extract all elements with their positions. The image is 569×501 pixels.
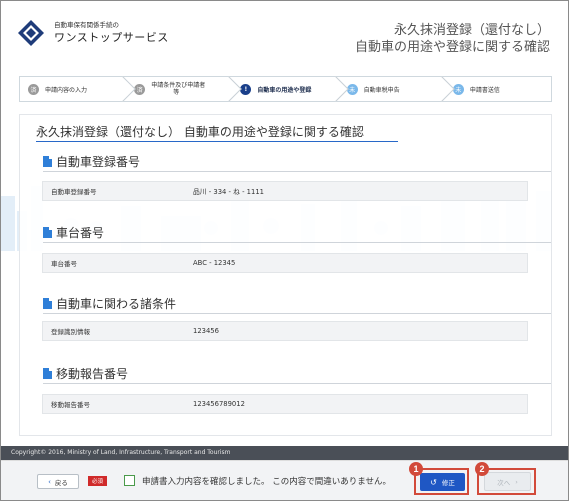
registration-id-row: 登録識別情報 123456 bbox=[42, 321, 528, 341]
step-label: 申請内容の入力 bbox=[45, 86, 88, 94]
step-label: 自動車税申告 bbox=[363, 86, 400, 94]
org-subtitle: 自動車保有関係手続の bbox=[54, 21, 119, 29]
callout-2: 2 bbox=[475, 462, 489, 476]
section-heading-text: 車台番号 bbox=[56, 226, 105, 240]
section-heading-text: 移動報告番号 bbox=[56, 367, 129, 381]
page-title: 永久抹消登録（還付なし） 自動車の用途や登録に関する確認 bbox=[355, 22, 550, 56]
step-current-icon: ! bbox=[240, 83, 252, 95]
required-badge: 必須 bbox=[88, 476, 107, 486]
confirm-checkbox-label[interactable]: 申請書入力内容を確認しました。 この内容で間違いありません。 bbox=[142, 475, 391, 487]
document-icon bbox=[43, 227, 52, 238]
callout-1: 1 bbox=[409, 462, 423, 476]
progress-stepper: 済 申請内容の入力 済 申請条件及び申請者 等 ! 自動車の用途や登録 未 自動… bbox=[19, 76, 552, 102]
section-heading-conditions: 自動車に関わる諸条件 bbox=[43, 295, 176, 312]
step-tax: 未 自動車税申告 bbox=[339, 76, 455, 102]
step-done-icon: 済 bbox=[28, 83, 39, 95]
chassis-number-row: 車台番号 ABC - 12345 bbox=[42, 253, 528, 273]
row-value: 123456 bbox=[193, 327, 219, 335]
card-title: 永久抹消登録（還付なし） 自動車の用途や登録に関する確認 bbox=[36, 125, 364, 139]
page-title-line2: 自動車の用途や登録に関する確認 bbox=[354, 40, 550, 55]
row-value: ABC - 12345 bbox=[193, 259, 236, 267]
chevron-right-icon: › bbox=[515, 477, 518, 486]
section-heading-registration-number: 自動車登録番号 bbox=[43, 153, 140, 170]
step-label: 申請書送信 bbox=[469, 86, 500, 94]
document-icon bbox=[43, 368, 52, 379]
document-icon bbox=[43, 298, 52, 309]
step-usage: ! 自動車の用途や登録 bbox=[232, 76, 349, 102]
section-divider bbox=[43, 383, 551, 384]
page-title-line1: 永久抹消登録（還付なし） bbox=[393, 23, 550, 38]
fix-button[interactable]: ↺ 修正 bbox=[420, 473, 465, 491]
row-label: 登録識別情報 bbox=[51, 328, 90, 336]
registration-number-row: 自動車登録番号 品川 - 334 - ね - 1111 bbox=[42, 181, 528, 201]
back-button-label: 戻る bbox=[54, 478, 68, 487]
row-value: 品川 - 334 - ね - 1111 bbox=[193, 188, 264, 196]
chevron-left-icon: ‹ bbox=[48, 477, 51, 486]
org-title: ワンストップサービス bbox=[54, 31, 169, 44]
section-divider bbox=[43, 171, 551, 172]
row-label: 車台番号 bbox=[51, 260, 77, 268]
next-button[interactable]: 次へ › bbox=[484, 472, 531, 491]
section-divider bbox=[43, 242, 551, 243]
section-heading-transfer-report: 移動報告番号 bbox=[43, 365, 128, 382]
row-value: 123456789012 bbox=[193, 400, 245, 408]
confirm-checkbox[interactable] bbox=[124, 475, 135, 486]
step-done-icon: 済 bbox=[134, 83, 146, 95]
confirmation-card: 永久抹消登録（還付なし） 自動車の用途や登録に関する確認 自動車登録番号 自動車… bbox=[19, 114, 552, 436]
step-label: 自動車の用途や登録 bbox=[257, 86, 312, 94]
section-heading-text: 自動車登録番号 bbox=[56, 155, 141, 169]
next-button-label: 次へ bbox=[497, 478, 511, 487]
step-conditions: 済 申請条件及び申請者 等 bbox=[126, 76, 243, 102]
app-window: 自動車保有関係手続の ワンストップサービス 永久抹消登録（還付なし） 自動車の用… bbox=[0, 0, 569, 501]
section-heading-chassis-number: 車台番号 bbox=[43, 224, 104, 241]
transfer-report-row: 移動報告番号 123456789012 bbox=[42, 394, 528, 414]
step-send: 未 申請書送信 bbox=[445, 77, 551, 101]
card-title-underline bbox=[36, 141, 398, 142]
copyright-bar: Copyright© 2016, Ministry of Land, Infra… bbox=[1, 446, 568, 460]
action-bar: ‹ 戻る 必須 申請書入力内容を確認しました。 この内容で間違いありません。 ↺… bbox=[1, 460, 568, 500]
logo-icon bbox=[18, 20, 44, 46]
step-label: 申請条件及び申請者 等 bbox=[151, 82, 205, 96]
section-divider bbox=[43, 313, 551, 314]
step-label-line2: 等 bbox=[173, 89, 180, 96]
step-label-line1: 申請条件及び申請者 bbox=[151, 82, 206, 89]
section-heading-text: 自動車に関わる諸条件 bbox=[56, 297, 177, 311]
document-icon bbox=[43, 156, 52, 167]
step-input: 済 申請内容の入力 bbox=[20, 76, 136, 102]
row-label: 自動車登録番号 bbox=[51, 188, 97, 196]
page-header: 自動車保有関係手続の ワンストップサービス 永久抹消登録（還付なし） 自動車の用… bbox=[1, 1, 568, 67]
fix-button-label: 修正 bbox=[441, 479, 455, 487]
back-button[interactable]: ‹ 戻る bbox=[37, 474, 79, 489]
undo-icon: ↺ bbox=[430, 477, 437, 487]
row-label: 移動報告番号 bbox=[51, 401, 90, 409]
